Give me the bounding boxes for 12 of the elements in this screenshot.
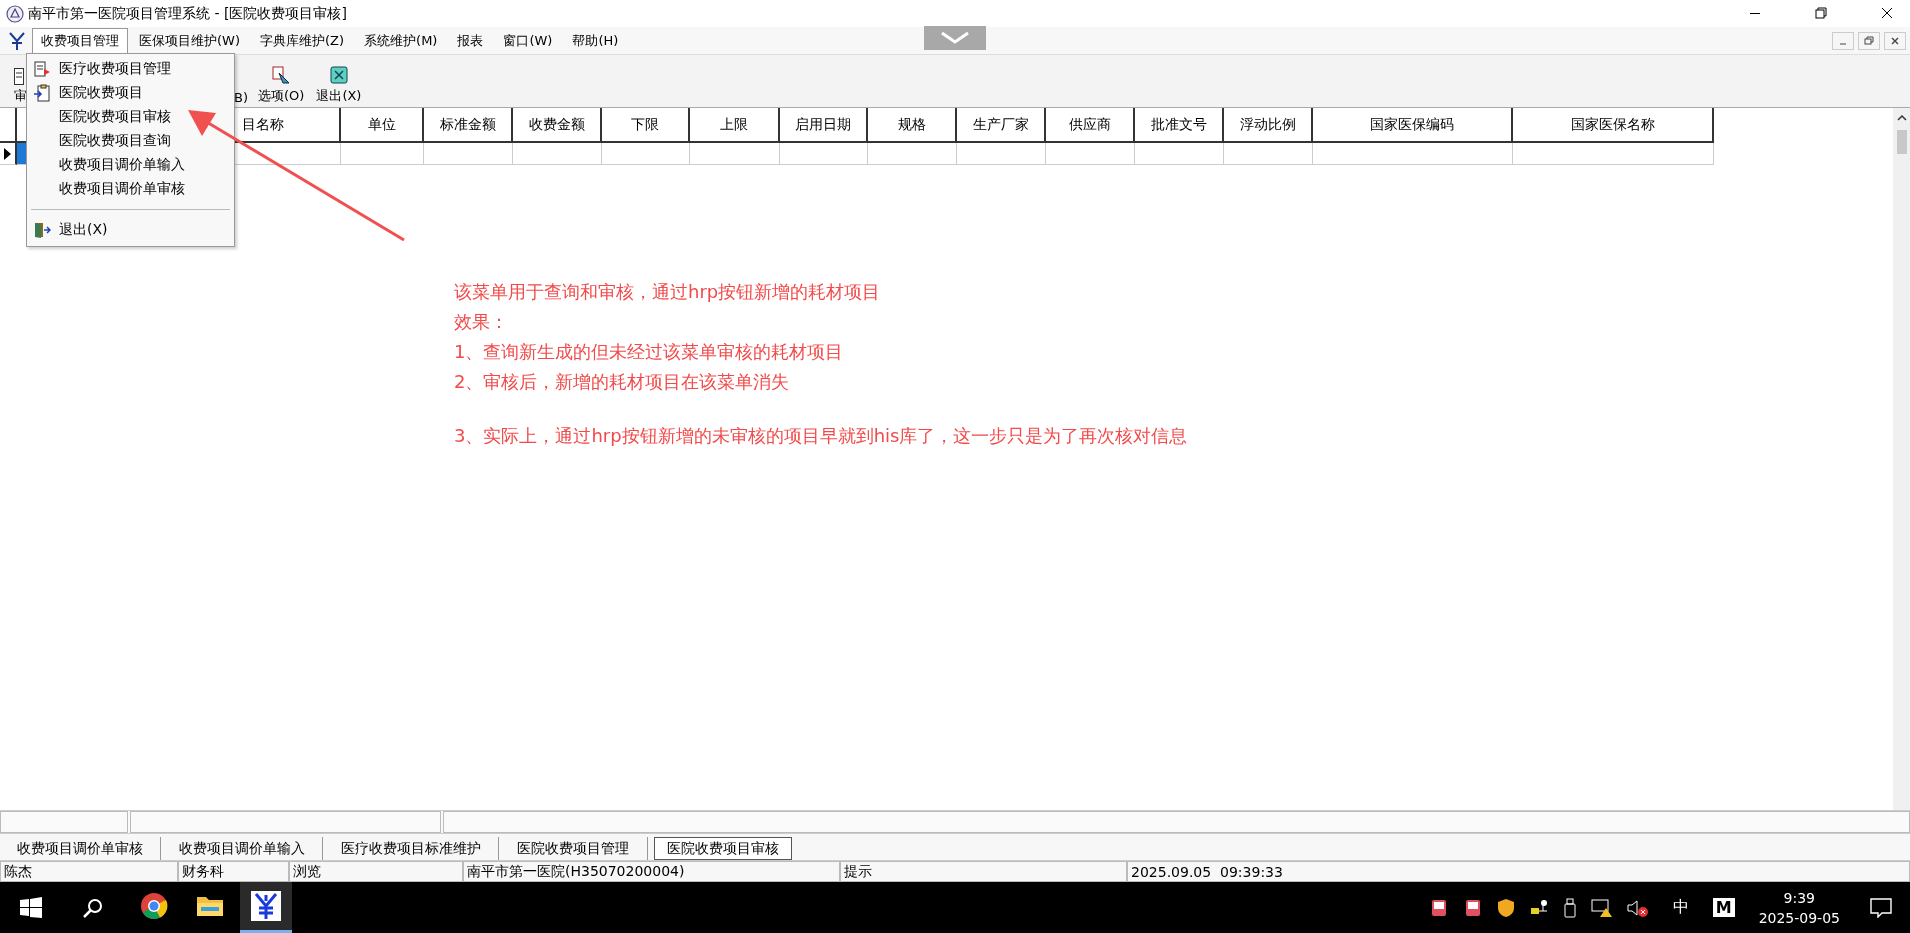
annotation-text: 该菜单用于查询和审核，通过hrp按钮新增的耗材项目 (454, 280, 882, 304)
window-title: 南平市第一医院项目管理系统 - [医院收费项目审核] (28, 4, 347, 23)
status-field: 财务科 (178, 861, 289, 882)
annotation-text: 效果： (454, 310, 509, 334)
annotation-text: 3、实际上，通过hrp按钮新增的未审核的项目早就到his库了，这一步只是为了再次核对信息 (454, 424, 1189, 448)
status-field: 南平市第一医院(H35070200004) (463, 861, 840, 882)
status-field: 浏览 (289, 861, 463, 882)
status-field: 2025.09.05 09:39:33 (1127, 861, 1910, 882)
annotation-text: 1、查询新生成的但未经过该菜单审核的耗材项目 (454, 340, 845, 364)
status-field: 提示 (840, 861, 1127, 882)
annotation-text: 2、审核后，新增的耗材项目在该菜单消失 (454, 370, 791, 394)
status-field: 陈杰 (0, 861, 178, 882)
